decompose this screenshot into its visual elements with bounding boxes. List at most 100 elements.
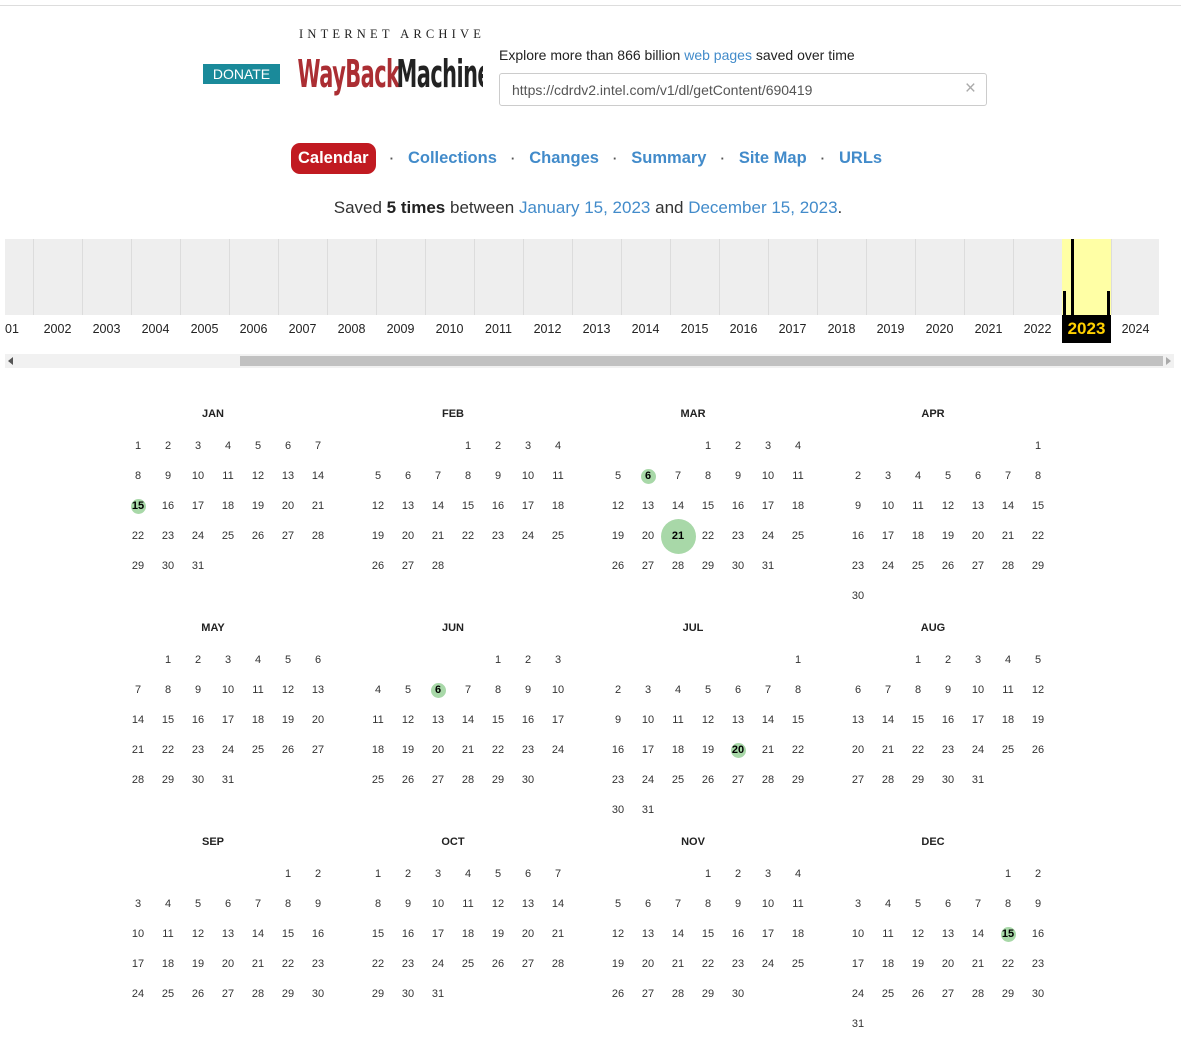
- calendar-day: 5: [243, 431, 273, 461]
- day-number: 1: [704, 868, 712, 880]
- capture-bar[interactable]: [1107, 291, 1110, 315]
- capture-bar[interactable]: [1063, 291, 1066, 315]
- calendar-day: 2: [843, 461, 873, 491]
- day-number: 19: [611, 530, 625, 542]
- day-number: 12: [191, 928, 205, 940]
- year-label-2023[interactable]: 2023: [1062, 315, 1111, 343]
- calendar-day: 21: [753, 735, 783, 765]
- calendar-day: 18: [543, 491, 573, 521]
- day-number: 30: [161, 560, 175, 572]
- calendar-day: 1: [1023, 431, 1053, 461]
- calendar-day: 6: [633, 889, 663, 919]
- web-pages-link[interactable]: web pages: [684, 47, 752, 63]
- calendar-day: 19: [363, 521, 393, 551]
- year-label-2003[interactable]: 2003: [82, 315, 131, 343]
- calendar-day: 13: [723, 705, 753, 735]
- nav-urls[interactable]: URLs: [839, 149, 882, 168]
- calendar-day: 21: [243, 949, 273, 979]
- calendar-day: 3: [633, 675, 663, 705]
- calendar-day: 5: [1023, 645, 1053, 675]
- calendar-day: 16: [1023, 919, 1053, 949]
- year-label-001[interactable]: 001: [5, 315, 33, 343]
- clear-icon[interactable]: ×: [965, 79, 976, 99]
- day-number: 19: [611, 958, 625, 970]
- capture-day[interactable]: 6: [423, 675, 453, 705]
- year-label-2014[interactable]: 2014: [621, 315, 670, 343]
- scroll-right-icon[interactable]: [1166, 357, 1171, 365]
- year-label-2020[interactable]: 2020: [915, 315, 964, 343]
- scrollbar-thumb[interactable]: [240, 356, 1163, 366]
- nav-changes[interactable]: Changes: [529, 149, 599, 168]
- calendar-day: 11: [213, 461, 243, 491]
- wayback-logo[interactable]: INTERNET ARCHIVE WayBack Machine: [297, 27, 483, 97]
- year-label-2009[interactable]: 2009: [376, 315, 425, 343]
- day-number: 20: [641, 958, 655, 970]
- calendar-day: 3: [123, 889, 153, 919]
- year-label-2006[interactable]: 2006: [229, 315, 278, 343]
- year-label-2005[interactable]: 2005: [180, 315, 229, 343]
- day-number: 23: [491, 530, 505, 542]
- capture-day[interactable]: 15: [993, 919, 1023, 949]
- year-label-2015[interactable]: 2015: [670, 315, 719, 343]
- calendar-day: 26: [603, 979, 633, 1009]
- capture-day[interactable]: 15: [123, 491, 153, 521]
- calendar-day: 13: [633, 919, 663, 949]
- day-number: 15: [791, 714, 805, 726]
- calendar-day: 22: [693, 949, 723, 979]
- day-number: 29: [281, 988, 295, 1000]
- day-number: 4: [794, 868, 802, 880]
- year-gridline: [33, 239, 34, 315]
- first-capture-link[interactable]: January 15, 2023: [519, 198, 650, 217]
- day-number: 3: [134, 898, 142, 910]
- url-value[interactable]: https://cdrdv2.intel.com/v1/dl/getConten…: [512, 82, 812, 98]
- year-label-2018[interactable]: 2018: [817, 315, 866, 343]
- calendar-day: 29: [123, 551, 153, 581]
- day-number: 8: [794, 684, 802, 696]
- year-label-2021[interactable]: 2021: [964, 315, 1013, 343]
- day-number: 12: [941, 500, 955, 512]
- day-number: 11: [912, 500, 924, 512]
- day-number: 25: [671, 774, 685, 786]
- day-number: 22: [131, 530, 145, 542]
- scroll-left-icon[interactable]: [8, 357, 13, 365]
- selected-year-column[interactable]: [1062, 239, 1111, 315]
- year-label-2024[interactable]: 2024: [1111, 315, 1159, 343]
- calendar-day: 20: [423, 735, 453, 765]
- year-label-2012[interactable]: 2012: [523, 315, 572, 343]
- last-capture-link[interactable]: December 15, 2023: [688, 198, 837, 217]
- year-label-2004[interactable]: 2004: [131, 315, 180, 343]
- year-label-2010[interactable]: 2010: [425, 315, 474, 343]
- timeline-scrollbar[interactable]: [5, 354, 1174, 368]
- nav-calendar[interactable]: Calendar: [291, 143, 376, 174]
- year-label-2017[interactable]: 2017: [768, 315, 817, 343]
- year-label-2008[interactable]: 2008: [327, 315, 376, 343]
- year-histogram[interactable]: [5, 239, 1159, 315]
- day-number: 21: [551, 928, 565, 940]
- year-label-2013[interactable]: 2013: [572, 315, 621, 343]
- capture-day[interactable]: 21: [660, 518, 696, 554]
- year-label-2016[interactable]: 2016: [719, 315, 768, 343]
- calendar-day: 13: [633, 491, 663, 521]
- day-number: 19: [701, 744, 715, 756]
- capture-day[interactable]: 20: [723, 735, 753, 765]
- year-label-2019[interactable]: 2019: [866, 315, 915, 343]
- day-number: 8: [704, 898, 712, 910]
- calendar-day: 18: [453, 919, 483, 949]
- capture-bar[interactable]: [1071, 239, 1074, 315]
- year-label-2007[interactable]: 2007: [278, 315, 327, 343]
- donate-button[interactable]: DONATE: [203, 64, 280, 84]
- day-number: 17: [851, 958, 865, 970]
- day-number: 29: [1001, 988, 1015, 1000]
- capture-day[interactable]: 6: [633, 461, 663, 491]
- year-label-2002[interactable]: 2002: [33, 315, 82, 343]
- nav-site-map[interactable]: Site Map: [739, 149, 807, 168]
- year-label-2022[interactable]: 2022: [1013, 315, 1062, 343]
- day-number: 18: [551, 500, 565, 512]
- url-search-input[interactable]: https://cdrdv2.intel.com/v1/dl/getConten…: [499, 73, 987, 106]
- nav-summary[interactable]: Summary: [631, 149, 706, 168]
- calendar-day: 12: [1023, 675, 1053, 705]
- year-label-2011[interactable]: 2011: [474, 315, 523, 343]
- day-number: 4: [224, 440, 232, 452]
- nav-collections[interactable]: Collections: [408, 149, 497, 168]
- day-number: 17: [551, 714, 565, 726]
